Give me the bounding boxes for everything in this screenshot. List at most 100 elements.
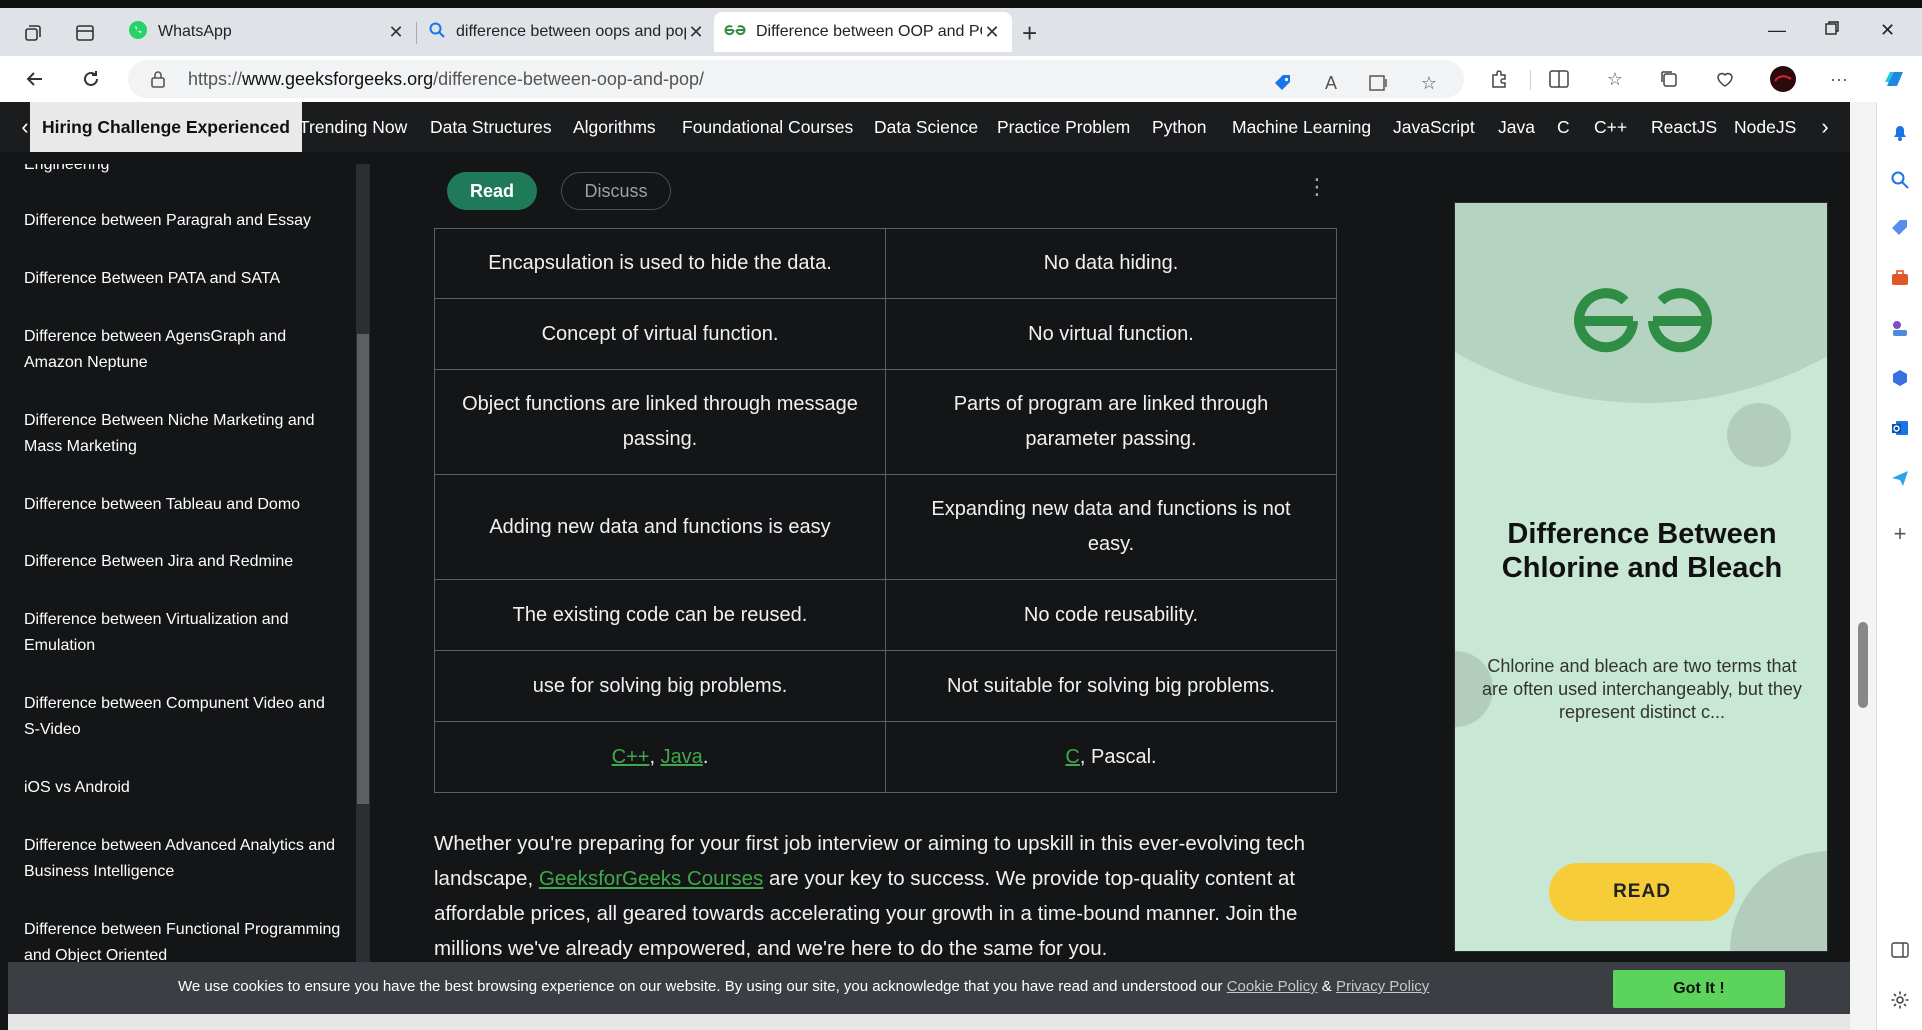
browser-toolbar: https://www.geeksforgeeks.org/difference… <box>0 56 1922 102</box>
copilot-icon[interactable] <box>1880 64 1910 94</box>
tools-icon[interactable] <box>1888 266 1912 290</box>
category-item[interactable]: Hiring Challenge Experienced <box>30 102 302 152</box>
favorite-star-icon[interactable]: ☆ <box>1416 70 1442 96</box>
page-scrollbar[interactable] <box>1850 102 1876 1030</box>
split-screen-icon[interactable] <box>1546 66 1572 92</box>
list-item[interactable]: iOS vs Android <box>24 775 344 801</box>
send-icon[interactable] <box>1888 466 1912 490</box>
cookie-policy-link[interactable]: Cookie Policy <box>1227 978 1318 995</box>
new-tab-button[interactable]: + <box>1022 18 1037 49</box>
address-bar[interactable]: https://www.geeksforgeeks.org/difference… <box>128 60 1464 98</box>
close-window-button[interactable]: ✕ <box>1880 20 1895 41</box>
scroll-right-icon[interactable]: › <box>1810 102 1840 152</box>
refresh-button[interactable] <box>74 62 108 96</box>
restore-button[interactable] <box>1824 20 1840 41</box>
table-row: C++, Java. C, Pascal. <box>434 721 1337 793</box>
tab-whatsapp[interactable]: WhatsApp ✕ <box>118 12 416 52</box>
cpp-link[interactable]: C++ <box>612 746 650 768</box>
list-item[interactable]: Difference between Tableau and Domo <box>24 492 344 518</box>
immersive-reader-icon[interactable] <box>1366 70 1392 96</box>
sidebar-scrollbar[interactable] <box>356 164 370 1030</box>
close-icon[interactable]: ✕ <box>386 22 406 43</box>
settings-gear-icon[interactable] <box>1888 988 1912 1012</box>
category-item[interactable]: Python <box>1152 102 1206 152</box>
table-cell: No data hiding. <box>885 228 1337 299</box>
category-item[interactable]: Algorithms <box>573 102 656 152</box>
browser-essentials-icon[interactable] <box>1712 66 1738 92</box>
discuss-tab-button[interactable]: Discuss <box>561 172 671 210</box>
category-item[interactable]: Foundational Courses <box>682 102 853 152</box>
ad-description: Chlorine and bleach are two terms that a… <box>1482 656 1802 722</box>
list-item[interactable]: Difference Between PATA and SATA <box>24 266 344 292</box>
category-item[interactable]: ReactJS <box>1651 102 1717 152</box>
category-item[interactable]: C <box>1557 102 1570 152</box>
list-item[interactable]: Difference Between Niche Marketing and M… <box>24 408 344 460</box>
outlook-icon[interactable] <box>1888 416 1912 440</box>
list-item[interactable]: Difference between Paragrah and Essay <box>24 208 344 234</box>
close-icon[interactable]: ✕ <box>982 22 1002 43</box>
search-icon[interactable] <box>1888 168 1912 192</box>
tab-active-article[interactable]: Difference between OOP and POP ✕ <box>714 12 1012 52</box>
privacy-policy-link[interactable]: Privacy Policy <box>1336 978 1429 995</box>
tab-search[interactable]: difference between oops and pop ✕ <box>418 12 716 52</box>
list-item[interactable]: Difference Between Jira and Redmine <box>24 549 344 575</box>
list-item[interactable]: Difference between Compunent Video and S… <box>24 691 344 743</box>
sidebar-toggle-icon[interactable] <box>1888 938 1912 962</box>
list-item[interactable]: Difference between AgensGraph and Amazon… <box>24 324 344 376</box>
list-item[interactable]: Difference between Advanced Analytics an… <box>24 833 344 885</box>
web-page: ‹ Hiring Challenge Experienced Trending … <box>0 102 1876 1030</box>
collections-icon[interactable] <box>1656 66 1682 92</box>
category-item[interactable]: NodeJS <box>1734 102 1796 152</box>
category-item[interactable]: Data Science <box>874 102 978 152</box>
article-paragraph: Whether you're preparing for your first … <box>434 832 1305 960</box>
table-row: use for solving big problems. Not suitab… <box>434 650 1337 722</box>
courses-link[interactable]: GeeksforGeeks Courses <box>539 867 763 890</box>
close-icon[interactable]: ✕ <box>686 22 706 43</box>
edge-sidebar: + <box>1876 102 1922 1030</box>
minimize-button[interactable]: — <box>1768 20 1786 41</box>
ad-card[interactable]: Difference Between Chlorine and Bleach C… <box>1454 202 1828 952</box>
category-item[interactable]: Data Structures <box>430 102 552 152</box>
url-text[interactable]: https://www.geeksforgeeks.org/difference… <box>188 69 704 90</box>
extensions-icon[interactable] <box>1486 66 1512 92</box>
cookie-banner: We use cookies to ensure you have the be… <box>8 962 1850 1014</box>
category-item[interactable]: C++ <box>1594 102 1627 152</box>
favorites-icon[interactable]: ☆ <box>1602 66 1628 92</box>
category-item[interactable]: Practice Problem <box>997 102 1130 152</box>
got-it-button[interactable]: Got It ! <box>1613 970 1785 1008</box>
workspaces-icon[interactable] <box>16 16 50 50</box>
ad-read-button[interactable]: READ <box>1549 863 1735 921</box>
table-row: The existing code can be reused. No code… <box>434 579 1337 651</box>
lock-icon[interactable] <box>150 70 166 93</box>
shopping-icon[interactable] <box>1888 216 1912 240</box>
category-item[interactable]: Trending Now <box>299 102 407 152</box>
category-item[interactable]: JavaScript <box>1393 102 1475 152</box>
profile-avatar[interactable] <box>1768 64 1798 94</box>
list-item[interactable]: Engineering <box>24 164 344 178</box>
c-link[interactable]: C <box>1065 746 1079 768</box>
back-button[interactable] <box>18 62 52 96</box>
more-options-icon[interactable]: ⋮ <box>1306 174 1328 204</box>
more-options-icon[interactable]: ··· <box>1826 66 1852 92</box>
vertical-tabs-icon[interactable] <box>68 16 102 50</box>
games-icon[interactable] <box>1888 316 1912 340</box>
gfg-icon <box>724 23 746 42</box>
read-tab-button[interactable]: Read <box>447 172 537 210</box>
category-item[interactable]: Java <box>1498 102 1535 152</box>
table-row: Adding new data and functions is easy Ex… <box>434 474 1337 580</box>
microsoft-365-icon[interactable] <box>1888 366 1912 390</box>
table-cell: use for solving big problems. <box>434 650 886 722</box>
add-icon[interactable]: + <box>1888 521 1912 546</box>
category-item[interactable]: Machine Learning <box>1232 102 1371 152</box>
browser-tab-strip: WhatsApp ✕ difference between oops and p… <box>0 0 1922 56</box>
read-aloud-icon[interactable]: A <box>1318 70 1344 96</box>
list-item[interactable]: Difference between Virtualization and Em… <box>24 607 344 659</box>
horizontal-scrollbar[interactable] <box>8 1014 1850 1030</box>
java-link[interactable]: Java <box>661 746 703 768</box>
table-cell: No virtual function. <box>885 298 1337 370</box>
search-icon <box>428 21 446 44</box>
shopping-tag-icon[interactable] <box>1270 70 1296 96</box>
table-row: Concept of virtual function. No virtual … <box>434 298 1337 370</box>
table-cell: Adding new data and functions is easy <box>434 474 886 580</box>
notifications-bell-icon[interactable] <box>1888 120 1912 144</box>
